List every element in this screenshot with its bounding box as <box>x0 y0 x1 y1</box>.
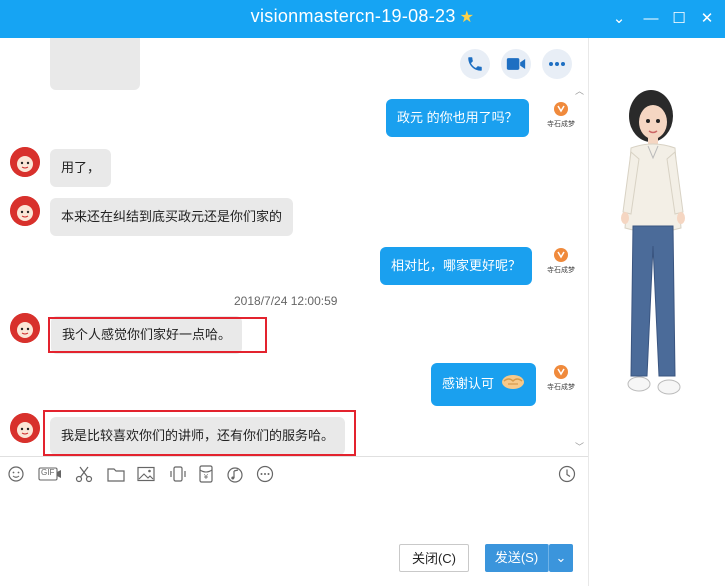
more-tools-button[interactable] <box>255 464 275 484</box>
red-packet-button[interactable]: ¥ <box>196 464 216 484</box>
gif-button[interactable]: GIF <box>37 464 63 484</box>
message-input[interactable] <box>0 493 588 538</box>
contact-avatar[interactable] <box>10 413 40 443</box>
brand-logo-text: 寺石成梦 <box>547 267 575 274</box>
phone-icon <box>468 57 482 71</box>
send-options-dropdown[interactable]: ⌄ <box>549 544 573 572</box>
message-bubble-incoming: 用了， <box>50 149 112 187</box>
scissors-icon <box>75 466 93 483</box>
mascot-avatar-icon <box>10 196 40 226</box>
red-packet-icon: ¥ <box>199 465 213 483</box>
close-window-button[interactable]: ✕ <box>696 8 718 30</box>
more-icon <box>549 62 565 66</box>
character-avatar-illustration <box>621 90 685 395</box>
video-call-button[interactable] <box>501 49 531 79</box>
mascot-avatar-icon <box>10 147 40 177</box>
highlight-box <box>43 410 356 456</box>
emoji-icon <box>8 466 24 482</box>
maximize-button[interactable]: ☐ <box>668 8 690 30</box>
message-text: 感谢认可 <box>442 375 495 391</box>
music-button[interactable] <box>225 464 245 484</box>
message-bubble-incoming: 本来还在纠结到底买政元还是你们家的 <box>50 198 294 236</box>
video-icon <box>506 58 526 70</box>
svg-text:¥: ¥ <box>204 473 209 481</box>
character-show-panel <box>588 38 725 586</box>
send-button[interactable]: 发送(S) <box>485 544 549 572</box>
collapse-icon[interactable]: ⌄ <box>608 8 630 30</box>
gif-label: GIF <box>41 468 55 477</box>
emoji-button[interactable] <box>6 464 26 484</box>
image-icon <box>137 466 155 482</box>
shake-icon <box>170 466 186 482</box>
phone-call-button[interactable] <box>460 49 490 79</box>
contact-avatar[interactable] <box>10 313 40 343</box>
brand-logo-avatar: 寺石成梦 <box>544 245 578 279</box>
more-icon <box>256 465 274 483</box>
brand-logo-text: 寺石成梦 <box>547 121 575 128</box>
history-icon <box>558 465 576 483</box>
message-history-button[interactable] <box>557 464 577 484</box>
message-bubble-outgoing: 感谢认可 <box>431 363 536 406</box>
send-image-button[interactable] <box>136 464 156 484</box>
message-timestamp: 2018/7/24 12:00:59 <box>234 294 338 308</box>
folder-icon <box>107 468 125 482</box>
message-bubble-outgoing: 相对比，哪家更好呢？ <box>380 247 533 285</box>
brand-logo-avatar: 寺石成梦 <box>544 99 578 133</box>
music-icon <box>227 467 243 483</box>
send-file-button[interactable] <box>106 464 126 484</box>
more-options-button[interactable] <box>542 49 572 79</box>
handshake-icon <box>501 373 525 396</box>
highlight-box <box>48 317 267 353</box>
contact-avatar[interactable] <box>10 196 40 226</box>
window-title-text: visionmastercn-19-08-23 <box>250 6 456 26</box>
minimize-button[interactable]: — <box>640 8 662 30</box>
partial-message-bubble <box>50 38 140 90</box>
mascot-avatar-icon <box>10 413 40 443</box>
shake-window-button[interactable] <box>168 464 188 484</box>
brand-logo-avatar: 寺石成梦 <box>544 362 578 396</box>
message-bubble-outgoing: 政元 的你也用了吗？ <box>386 99 529 137</box>
screenshot-button[interactable] <box>74 464 94 484</box>
contact-avatar[interactable] <box>10 147 40 177</box>
title-bar: visionmastercn-19-08-23 ★ ⌄ — ☐ ✕ <box>0 0 725 38</box>
star-icon: ★ <box>459 9 475 26</box>
brand-logo-text: 寺石成梦 <box>547 384 575 391</box>
mascot-avatar-icon <box>10 313 40 343</box>
close-button[interactable]: 关闭(C) <box>399 544 469 572</box>
